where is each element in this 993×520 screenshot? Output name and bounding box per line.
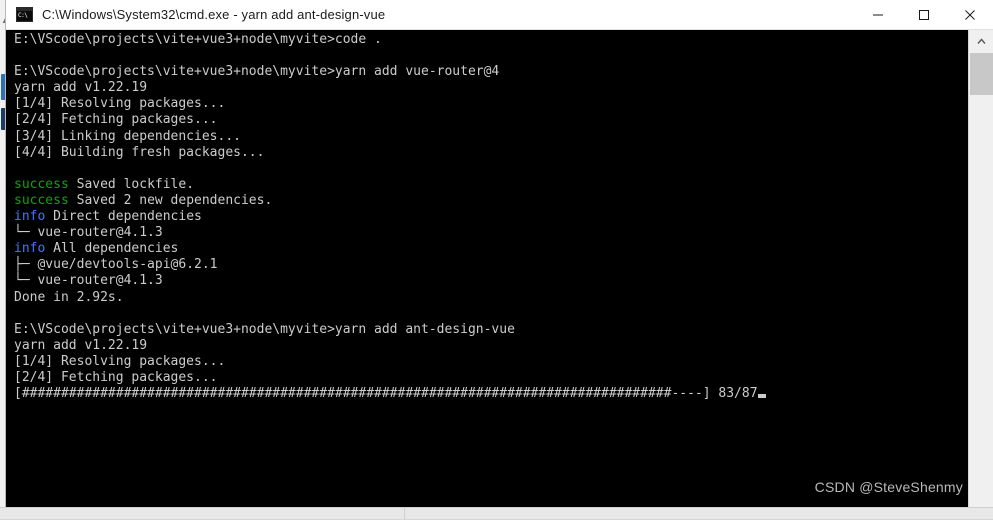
console-line: E:\VScode\projects\vite+vue3+node\myvite… [14, 32, 382, 47]
console-line-text: Saved 2 new dependencies. [68, 192, 273, 208]
console-line: [1/4] Resolving packages... [14, 96, 226, 112]
console-line: success Saved lockfile. [14, 177, 964, 193]
window-controls [855, 0, 993, 29]
console-output-area[interactable]: E:\VScode\projects\vite+vue3+node\myvite… [6, 30, 993, 507]
console-line: └─ vue-router@4.1.3 [14, 273, 163, 289]
console-line: yarn add v1.22.19 [14, 337, 148, 353]
console-line: [1/4] Resolving packages... [14, 353, 226, 369]
console-line-text: Saved lockfile. [68, 176, 195, 192]
cmd-console-icon: C:\ [16, 7, 33, 22]
scroll-thumb[interactable] [970, 53, 993, 95]
close-button[interactable] [947, 0, 993, 29]
console-scrollbar[interactable] [968, 30, 993, 507]
console-line: [3/4] Linking dependencies... [14, 128, 241, 144]
console-line: ├─ @vue/devtools-api@6.2.1 [14, 257, 218, 273]
console-line: success Saved 2 new dependencies. [14, 193, 964, 209]
console-line: yarn add v1.22.19 [14, 80, 148, 96]
chevron-up-icon [976, 37, 986, 44]
console-line-text: All dependencies [45, 241, 179, 257]
console-line: [2/4] Fetching packages... [14, 369, 218, 385]
console-line: Done in 2.92s. [14, 289, 124, 305]
watermark: CSDN @SteveShenmy [814, 479, 963, 495]
desktop-strip-seam [404, 508, 405, 520]
close-icon [965, 9, 975, 20]
console-line: └─ vue-router@4.1.3 [14, 225, 163, 241]
maximize-icon [919, 9, 929, 20]
console-line-label: info [14, 209, 46, 225]
console-text: E:\VScode\projects\vite+vue3+node\myvite… [14, 32, 964, 402]
desktop-taskbar-strip [0, 507, 993, 520]
progress-bar-track: [#######################################… [14, 386, 758, 402]
cmd-icon-glyph: C:\ [17, 11, 32, 21]
title-bar[interactable]: C:\ C:\Windows\System32\cmd.exe - yarn a… [6, 0, 993, 30]
scroll-up-button[interactable] [969, 30, 993, 52]
console-line-text: Direct dependencies [45, 209, 202, 225]
console-line-label: success [14, 176, 69, 192]
minimize-icon [873, 14, 883, 15]
console-line-label: info [14, 241, 46, 257]
console-line: [2/4] Fetching packages... [14, 112, 218, 128]
window-title: C:\Windows\System32\cmd.exe - yarn add a… [42, 7, 386, 22]
console-line: info Direct dependencies [14, 209, 964, 225]
console-cursor [757, 394, 766, 399]
progress-bar-line: [#######################################… [14, 386, 964, 402]
console-line: E:\VScode\projects\vite+vue3+node\myvite… [14, 321, 515, 337]
desktop-background: ▲ C:\ C:\Windows\System32\cmd.exe - yarn… [0, 0, 993, 520]
console-line-label: success [14, 192, 69, 208]
minimize-button[interactable] [855, 0, 901, 29]
console-line: E:\VScode\projects\vite+vue3+node\myvite… [14, 64, 500, 80]
console-line: info All dependencies [14, 241, 964, 257]
console-line: [4/4] Building fresh packages... [14, 144, 265, 160]
maximize-button[interactable] [901, 0, 947, 29]
cmd-window: C:\ C:\Windows\System32\cmd.exe - yarn a… [6, 0, 993, 507]
